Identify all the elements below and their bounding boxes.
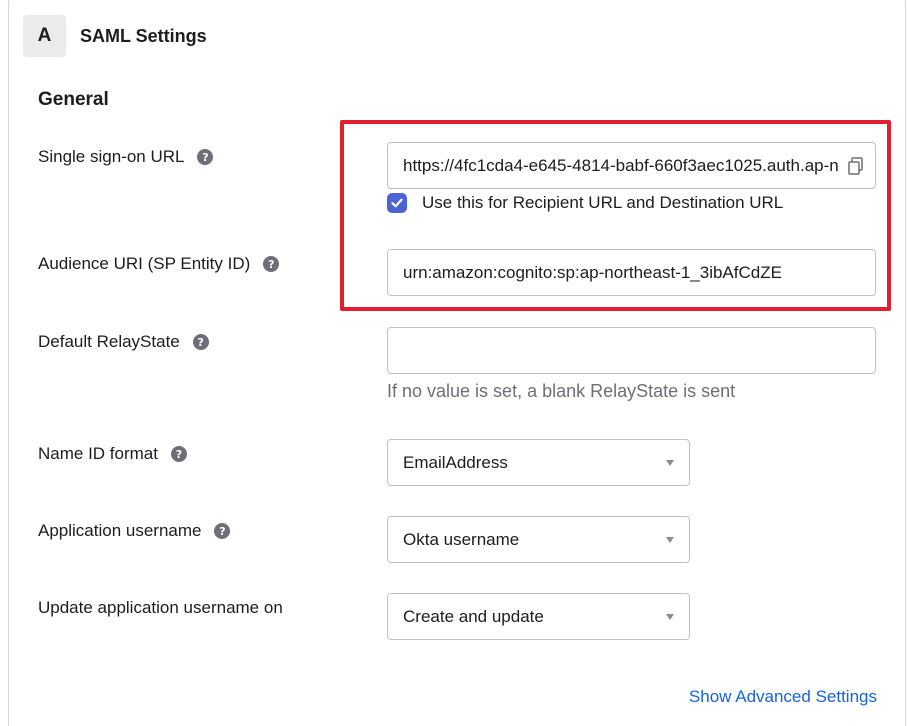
help-icon[interactable]: ? <box>170 446 187 462</box>
app-username-label: Application username <box>38 521 202 540</box>
update-username-select[interactable]: Create and update <box>387 593 690 640</box>
name-id-format-select[interactable]: EmailAddress <box>387 439 690 486</box>
audience-uri-label-row: Audience URI (SP Entity ID) ? <box>38 254 280 274</box>
recipient-url-checkbox[interactable] <box>387 193 407 213</box>
sso-url-input[interactable]: https://4fc1cda4-e645-4814-babf-660f3aec… <box>387 142 876 189</box>
audience-uri-label: Audience URI (SP Entity ID) <box>38 254 251 273</box>
help-icon[interactable]: ? <box>214 523 231 539</box>
relay-state-label: Default RelayState <box>38 332 180 351</box>
help-icon[interactable]: ? <box>192 334 209 350</box>
sso-url-label-row: Single sign-on URL ? <box>38 147 214 167</box>
recipient-url-checkbox-row[interactable]: Use this for Recipient URL and Destinati… <box>387 193 783 213</box>
sso-url-label: Single sign-on URL <box>38 147 185 166</box>
help-icon[interactable]: ? <box>197 149 214 165</box>
chevron-down-icon <box>666 536 674 543</box>
audience-uri-value: urn:amazon:cognito:sp:ap-northeast-1_3ib… <box>403 262 782 282</box>
step-badge: A <box>23 15 66 57</box>
section-title-general: General <box>38 89 109 110</box>
relay-state-hint: If no value is set, a blank RelayState i… <box>387 381 736 401</box>
recipient-url-checkbox-label: Use this for Recipient URL and Destinati… <box>422 193 784 212</box>
sso-url-value: https://4fc1cda4-e645-4814-babf-660f3aec… <box>403 155 839 175</box>
copy-icon[interactable] <box>848 157 863 175</box>
checkmark-icon <box>391 198 403 208</box>
relay-state-input[interactable] <box>387 327 876 374</box>
update-username-selected: Create and update <box>403 606 544 626</box>
app-username-label-row: Application username ? <box>38 521 231 541</box>
help-icon[interactable]: ? <box>263 256 280 272</box>
app-username-selected: Okta username <box>403 529 520 549</box>
relay-state-label-row: Default RelayState ? <box>38 332 209 352</box>
name-id-format-label-row: Name ID format ? <box>38 444 187 464</box>
app-username-select[interactable]: Okta username <box>387 516 690 563</box>
chevron-down-icon <box>666 459 674 466</box>
card-title: SAML Settings <box>80 26 207 46</box>
audience-uri-input[interactable]: urn:amazon:cognito:sp:ap-northeast-1_3ib… <box>387 249 876 296</box>
name-id-format-selected: EmailAddress <box>403 452 508 472</box>
name-id-format-label: Name ID format <box>38 444 158 463</box>
update-username-label-row: Update application username on <box>38 598 283 618</box>
update-username-label: Update application username on <box>38 598 283 617</box>
chevron-down-icon <box>666 613 674 620</box>
show-advanced-settings-link[interactable]: Show Advanced Settings <box>689 687 877 707</box>
